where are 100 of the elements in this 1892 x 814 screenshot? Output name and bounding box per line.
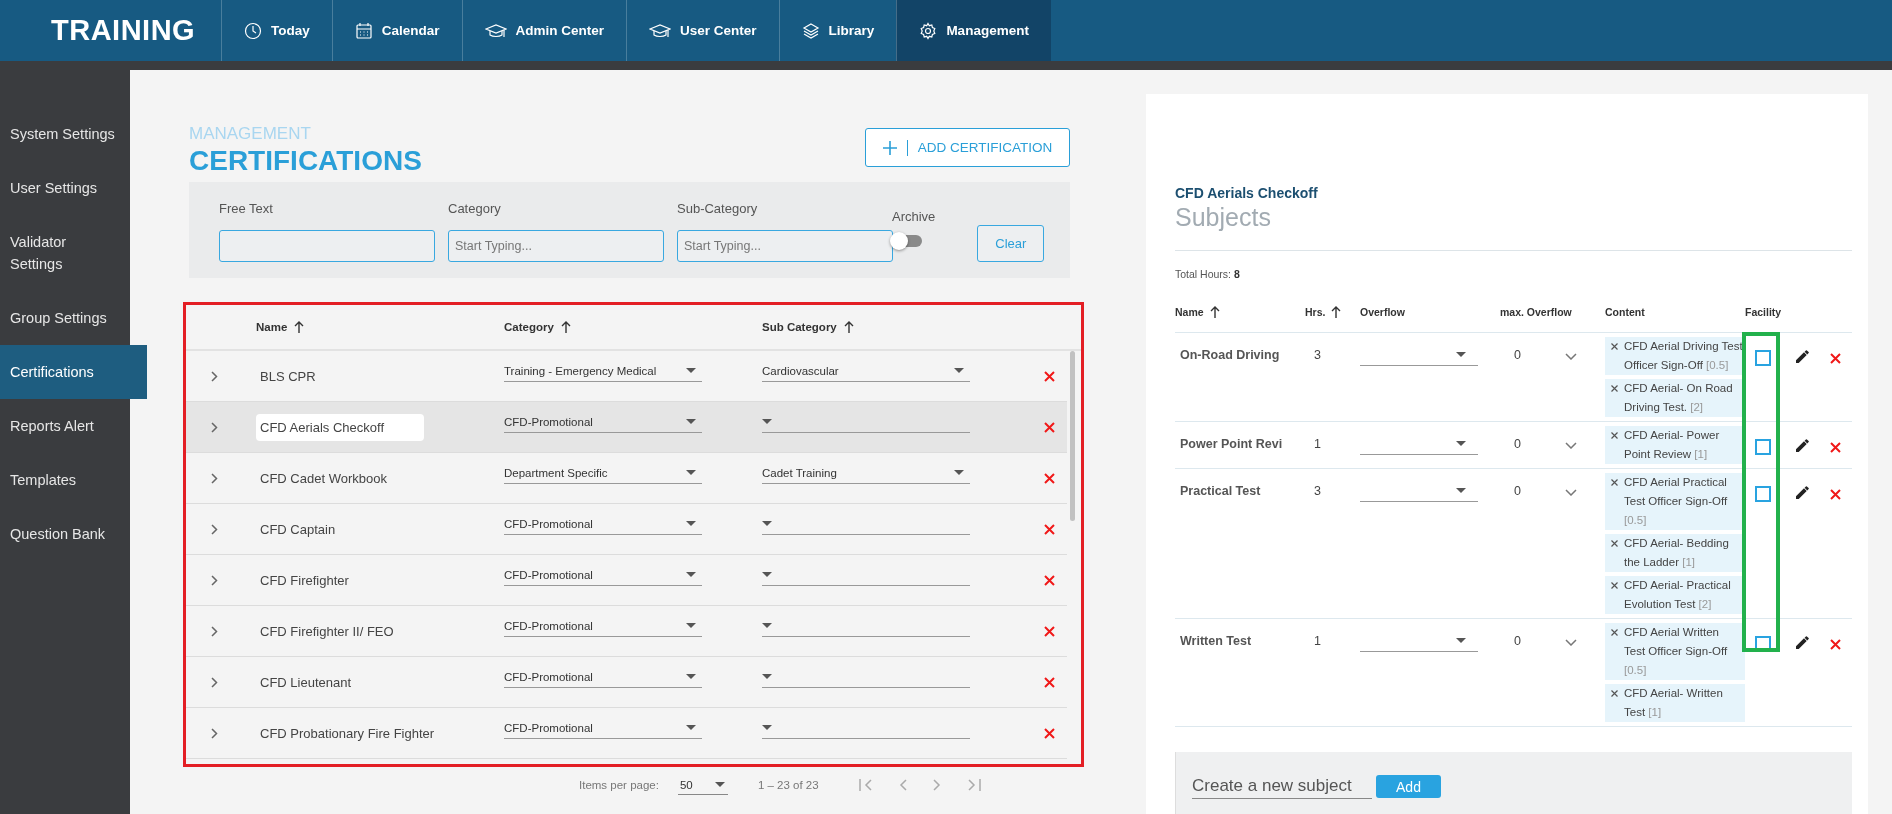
caret-icon: [686, 368, 696, 373]
sort-arrow-icon[interactable]: [560, 321, 571, 333]
chevron-right-icon[interactable]: [210, 727, 218, 739]
delete-icon[interactable]: [1830, 353, 1841, 364]
column-header: Name: [256, 321, 288, 333]
caret-icon: [686, 521, 696, 526]
sidebar-item[interactable]: Reports Alert: [0, 399, 130, 453]
sidebar-item[interactable]: Templates: [0, 453, 130, 507]
chevron-down-icon[interactable]: [1565, 489, 1577, 496]
certification-title: CFD Aerials Checkoff: [1175, 184, 1319, 202]
certification-name: CFD Firefighter II/ FEO: [259, 622, 395, 641]
page-title: CERTIFICATIONS: [189, 144, 422, 178]
sort-arrow-icon[interactable]: [843, 321, 854, 333]
edit-icon[interactable]: [1796, 350, 1809, 363]
delete-icon[interactable]: [1044, 676, 1055, 688]
table-row[interactable]: CFD Captain CFD-Promotional: [186, 504, 1067, 555]
app-title: TRAINING: [50, 13, 197, 48]
delete-icon[interactable]: [1830, 442, 1841, 453]
nav-tab[interactable]: Management: [896, 0, 1051, 61]
chevron-down-icon[interactable]: [1565, 442, 1577, 449]
sort-arrow-icon[interactable]: [294, 321, 305, 333]
archive-toggle[interactable]: [892, 235, 922, 247]
sub-category-dropdown[interactable]: Cardiovascular: [762, 360, 970, 382]
certification-name: BLS CPR: [259, 367, 317, 386]
delete-icon[interactable]: [1044, 421, 1055, 433]
chevron-right-icon[interactable]: [210, 472, 218, 484]
facility-checkbox[interactable]: [1755, 486, 1771, 502]
facility-checkbox[interactable]: [1755, 439, 1771, 455]
table-row[interactable]: CFD Firefighter II/ FEO CFD-Promotional: [186, 606, 1067, 657]
chevron-right-icon[interactable]: [210, 625, 218, 637]
chevron-down-icon[interactable]: [1565, 353, 1577, 360]
caret-icon: [686, 725, 696, 730]
table-row[interactable]: CFD Cadet Workbook Department Specific Cadet Training: [186, 453, 1067, 504]
scrollbar[interactable]: [1070, 351, 1075, 521]
items-per-page-label: Items per page:: [579, 779, 659, 791]
table-row[interactable]: CFD Aerials Checkoff CFD-Promotional: [186, 402, 1067, 453]
subject-hours: 1: [1313, 436, 1322, 451]
caret-icon: [714, 782, 725, 787]
input-field[interactable]: Start Typing...: [448, 230, 664, 262]
sort-arrow-icon[interactable]: [1209, 306, 1220, 318]
delete-icon[interactable]: [1044, 370, 1055, 382]
remove-tag-icon[interactable]: [1611, 343, 1618, 350]
category-dropdown[interactable]: CFD-Promotional: [504, 666, 702, 688]
caret-icon: [686, 674, 696, 679]
caret-icon: [762, 674, 772, 679]
page-range: 1 – 23 of 23: [757, 779, 819, 791]
chevron-right-icon[interactable]: [210, 421, 218, 433]
category-dropdown[interactable]: CFD-Promotional: [504, 717, 702, 739]
chevron-right-icon[interactable]: [210, 523, 218, 535]
table-row[interactable]: CFD Firefighter CFD-Promotional: [186, 555, 1067, 606]
table-row[interactable]: CFD Lieutenant CFD-Promotional: [186, 657, 1067, 708]
delete-icon[interactable]: [1044, 727, 1055, 739]
delete-icon[interactable]: [1044, 472, 1055, 484]
sidebar-item[interactable]: Group Settings: [0, 291, 130, 345]
input-field[interactable]: Start Typing...: [677, 230, 893, 262]
sidebar-item[interactable]: System Settings: [0, 107, 130, 161]
edit-icon[interactable]: [1796, 486, 1809, 499]
caret-icon: [686, 623, 696, 628]
category-dropdown[interactable]: CFD-Promotional: [504, 615, 702, 637]
chevron-right-icon[interactable]: [210, 574, 218, 586]
sidebar-item[interactable]: User Settings: [0, 161, 130, 215]
remove-tag-icon[interactable]: [1611, 385, 1618, 392]
input-field[interactable]: [219, 230, 435, 262]
category-dropdown[interactable]: Department Specific: [504, 462, 702, 484]
edit-icon[interactable]: [1796, 439, 1809, 452]
edit-icon[interactable]: [1796, 636, 1809, 649]
sort-arrow-icon[interactable]: [1331, 306, 1342, 318]
column-header: Category: [504, 321, 554, 333]
chevron-right-icon[interactable]: [210, 676, 218, 688]
max-overflow-value: 0: [1513, 633, 1522, 648]
items-per-page-dropdown[interactable]: 50: [677, 775, 728, 795]
sidebar-item[interactable]: Validator Settings: [0, 215, 130, 291]
category-dropdown[interactable]: Training - Emergency Medical: [504, 360, 702, 382]
remove-tag-icon[interactable]: [1611, 629, 1618, 636]
delete-icon[interactable]: [1830, 489, 1841, 500]
category-dropdown[interactable]: CFD-Promotional: [504, 513, 702, 535]
remove-tag-icon[interactable]: [1611, 582, 1618, 589]
chevron-right-icon[interactable]: [210, 370, 218, 382]
remove-tag-icon[interactable]: [1611, 690, 1618, 697]
facility-checkbox[interactable]: [1755, 350, 1771, 366]
graduation-cap-icon: [484, 21, 507, 40]
sidebar-item[interactable]: Certifications: [0, 345, 147, 399]
subject-hours: 3: [1313, 483, 1322, 498]
chevron-down-icon[interactable]: [1565, 639, 1577, 646]
delete-icon[interactable]: [1830, 639, 1841, 650]
certification-name: CFD Cadet Workbook: [259, 469, 388, 488]
remove-tag-icon[interactable]: [1611, 432, 1618, 439]
delete-icon[interactable]: [1044, 523, 1055, 535]
sidebar-item[interactable]: Question Bank: [0, 507, 130, 561]
delete-icon[interactable]: [1044, 625, 1055, 637]
column-header: Content: [1605, 306, 1645, 318]
delete-icon[interactable]: [1044, 574, 1055, 586]
category-dropdown[interactable]: CFD-Promotional: [504, 564, 702, 586]
sub-category-dropdown[interactable]: Cadet Training: [762, 462, 970, 484]
new-subject-field[interactable]: Create a new subject: [1192, 774, 1372, 799]
subject-name: Practical Test: [1179, 483, 1262, 498]
remove-tag-icon[interactable]: [1611, 479, 1618, 486]
table-row[interactable]: CFD Probationary Fire Fighter CFD-Promotional: [186, 708, 1067, 759]
category-dropdown[interactable]: CFD-Promotional: [504, 411, 702, 433]
remove-tag-icon[interactable]: [1611, 540, 1618, 547]
